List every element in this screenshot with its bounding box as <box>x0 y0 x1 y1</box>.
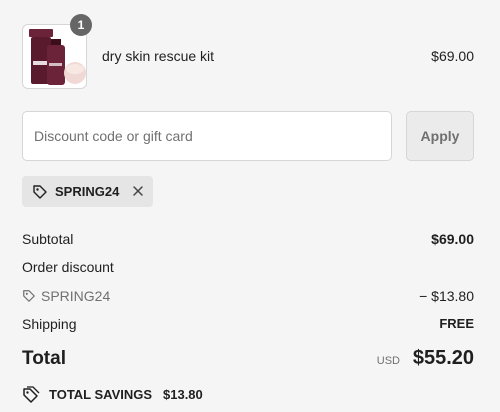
discount-code-input[interactable] <box>22 111 392 161</box>
order-discount-label: Order discount <box>22 259 114 275</box>
total-value: $55.20 <box>412 347 474 369</box>
product-name: dry skin rescue kit <box>102 48 215 64</box>
subtotal-label: Subtotal <box>22 231 74 247</box>
shipping-label: Shipping <box>22 316 77 332</box>
tag-icon <box>33 185 47 199</box>
discount-code-label: SPRING24 <box>41 288 111 304</box>
quantity-badge: 1 <box>70 14 92 36</box>
total-currency: USD <box>376 355 400 367</box>
product-price: $69.00 <box>431 48 474 64</box>
shipping-value: FREE <box>439 316 474 331</box>
subtotal-value: $69.00 <box>431 231 474 247</box>
discount-amount: − $13.80 <box>419 288 474 304</box>
savings-tag-icon <box>23 386 40 403</box>
tag-icon <box>23 290 35 302</box>
total-savings-value: $13.80 <box>163 387 203 402</box>
applied-code-label: SPRING24 <box>55 184 120 199</box>
total-label: Total <box>22 348 66 369</box>
total-savings-label: TOTAL SAVINGS <box>49 387 153 402</box>
remove-discount-close-icon[interactable] <box>130 183 146 199</box>
product-thumbnail: 1 <box>22 14 92 89</box>
applied-discount-chip: SPRING24 <box>22 176 153 207</box>
apply-button[interactable]: Apply <box>406 111 474 161</box>
line-item: 1 dry skin rescue kit $69.00 <box>22 14 474 89</box>
